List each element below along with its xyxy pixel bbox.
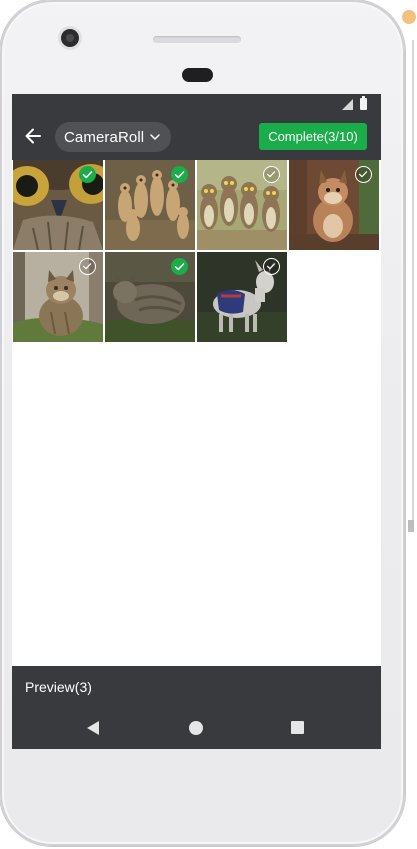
phone-screen: CameraRoll Complete(3/10) Preview(3) [12,94,381,749]
photo-grid [12,160,381,344]
phone-frame: CameraRoll Complete(3/10) Preview(3) [0,0,405,846]
photo-thumbnail[interactable] [13,160,103,250]
chevron-down-icon [150,134,160,140]
selected-checkmark-icon[interactable] [171,258,188,275]
background-artifact [402,10,416,24]
photo-thumbnail[interactable] [289,160,379,250]
front-camera [61,29,79,47]
selected-checkmark-icon[interactable] [171,166,188,183]
unselected-checkmark-icon[interactable] [79,258,96,275]
battery-icon [360,96,367,110]
photo-thumbnail[interactable] [105,160,195,250]
arrow-left-icon [25,128,41,144]
photo-thumbnail[interactable] [105,252,195,342]
photo-thumbnail[interactable] [197,252,287,342]
back-button[interactable] [18,120,50,152]
unselected-checkmark-icon[interactable] [263,166,280,183]
unselected-checkmark-icon[interactable] [355,166,372,183]
signal-icon [342,99,353,110]
circle-home-icon[interactable] [189,721,203,735]
earpiece-speaker [153,36,241,43]
album-selector[interactable]: CameraRoll [55,122,172,152]
picker-toolbar: CameraRoll Complete(3/10) [12,114,381,160]
photo-thumbnail[interactable] [13,252,103,342]
complete-button[interactable]: Complete(3/10) [259,123,367,150]
status-bar [12,94,381,114]
preview-button[interactable]: Preview(3) [25,679,92,695]
unselected-checkmark-icon[interactable] [263,258,280,275]
triangle-back-icon[interactable] [87,721,99,735]
photo-thumbnail[interactable] [197,160,287,250]
system-nav-bar [12,709,381,749]
square-recents-icon[interactable] [291,721,304,734]
preview-bar: Preview(3) [12,666,381,709]
proximity-sensor [182,68,213,82]
background-artifact [412,40,414,520]
background-artifact [408,520,414,532]
selected-checkmark-icon[interactable] [79,166,96,183]
album-selector-label: CameraRoll [64,128,145,146]
